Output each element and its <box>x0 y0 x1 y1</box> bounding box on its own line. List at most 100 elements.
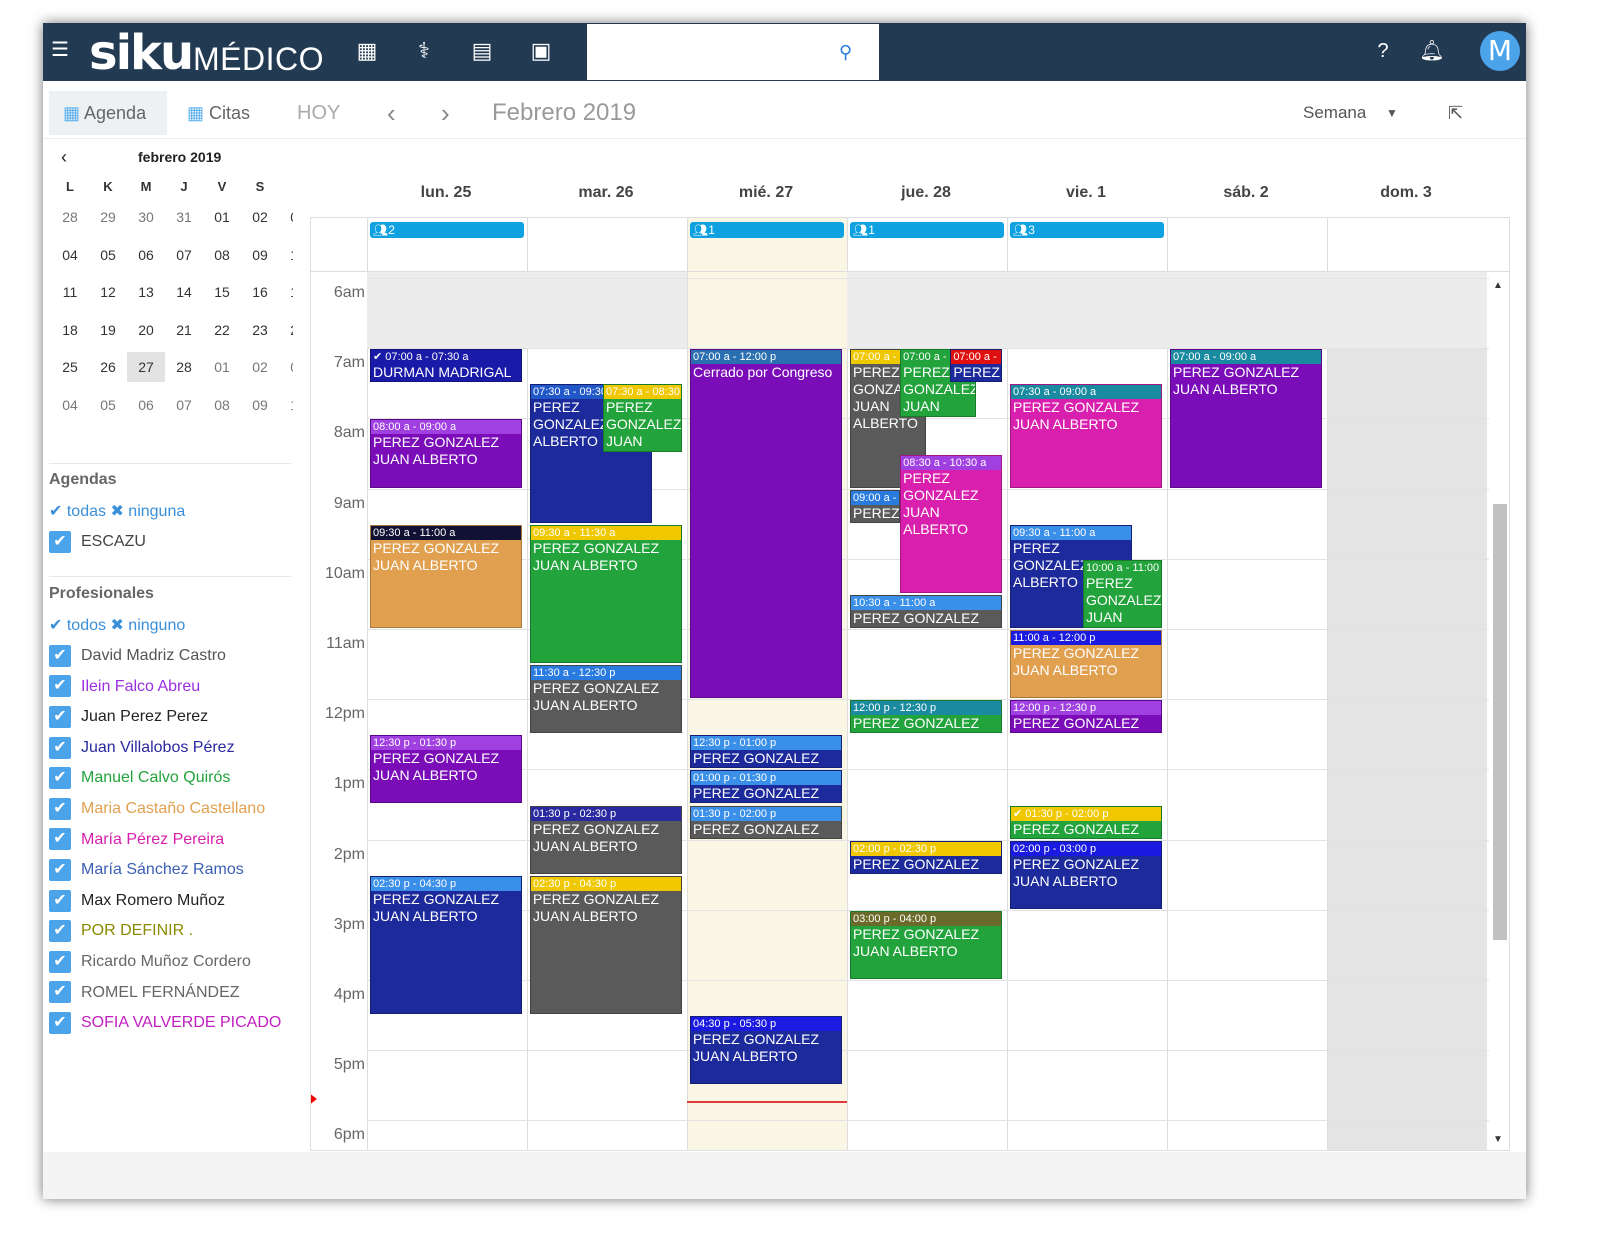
mini-calendar-day[interactable]: 23 <box>241 315 279 345</box>
external-link-icon[interactable]: ⇱ <box>1448 91 1463 135</box>
agenda-checkbox-escazu[interactable]: ✔ ESCAZU <box>49 530 146 556</box>
checkbox-checked-icon[interactable]: ✔ <box>49 920 71 943</box>
scrollbar[interactable]: ▲ ▼ <box>1489 272 1509 1150</box>
select-all-link[interactable]: todos <box>67 617 106 634</box>
appointment-event[interactable]: 10:30 a - 11:00 a PEREZ GONZALEZ <box>850 594 1002 628</box>
professional-checkbox[interactable]: ✔ SOFIA VALVERDE PICADO <box>49 1011 281 1037</box>
hamburger-menu-icon[interactable]: ☰ <box>45 36 75 64</box>
appointment-event[interactable]: 12:30 p - 01:00 p PEREZ GONZALEZ <box>690 735 842 769</box>
mini-calendar-day[interactable]: 07 <box>165 390 203 420</box>
all-day-cell[interactable] <box>1327 218 1487 272</box>
checkbox-checked-icon[interactable]: ✔ <box>49 981 71 1004</box>
professional-checkbox[interactable]: ✔ ROMEL FERNÁNDEZ <box>49 981 240 1007</box>
all-day-cell[interactable] <box>527 218 687 272</box>
all-day-event[interactable]: 👥︎2 <box>370 222 524 238</box>
appointment-event[interactable]: 12:00 p - 12:30 p PEREZ GONZALEZ <box>850 700 1002 734</box>
appointment-event[interactable]: 07:30 a - 08:30 a PEREZ GONZALEZ JUAN <box>602 384 682 453</box>
mini-calendar-day[interactable]: 09 <box>241 240 279 270</box>
mini-calendar-day[interactable]: 03 <box>279 202 293 232</box>
mini-calendar-day[interactable]: 10 <box>279 390 293 420</box>
money-icon[interactable]: ▣ <box>526 37 556 65</box>
avatar[interactable]: M <box>1480 31 1520 71</box>
appointment-event[interactable]: 04:30 p - 05:30 p PEREZ GONZALEZ JUAN ALB… <box>690 1016 842 1085</box>
day-column[interactable] <box>1327 272 1487 1150</box>
mini-calendar-day[interactable]: 30 <box>127 202 165 232</box>
checkbox-checked-icon[interactable]: ✔ <box>49 797 71 820</box>
checkbox-checked-icon[interactable]: ✔ <box>49 675 71 698</box>
appointment-event[interactable]: 08:30 a - 10:30 a PEREZ GONZALEZ JUAN ALB… <box>900 454 1002 593</box>
bell-icon[interactable]: 🔔︎ <box>1417 37 1447 65</box>
checkbox-checked-icon[interactable]: ✔ <box>49 828 71 851</box>
checkbox-checked-icon[interactable]: ✔ <box>49 736 71 759</box>
appointment-event[interactable]: 11:00 a - 12:00 p PEREZ GONZALEZ JUAN ALB… <box>1010 630 1162 699</box>
mini-calendar-day[interactable]: 19 <box>89 315 127 345</box>
professional-checkbox[interactable]: ✔ Ilein Falco Abreu <box>49 675 200 701</box>
professional-checkbox[interactable]: ✔ Manuel Calvo Quirós <box>49 766 230 792</box>
appointment-event[interactable]: 02:00 p - 02:30 p PEREZ GONZALEZ <box>850 840 1002 874</box>
professional-checkbox[interactable]: ✔ David Madriz Castro <box>49 644 226 670</box>
all-day-cell[interactable] <box>1167 218 1327 272</box>
checkbox-checked-icon[interactable]: ✔ <box>49 530 71 553</box>
select-none-link[interactable]: ninguno <box>128 617 185 634</box>
chevron-left-icon[interactable]: ‹ <box>387 91 396 135</box>
mini-calendar-day[interactable]: 12 <box>89 277 127 307</box>
appointment-event[interactable]: 10:00 a - 11:00 a PEREZ GONZALEZ JUAN <box>1082 559 1162 628</box>
calendar-icon[interactable]: ▦ <box>352 37 382 65</box>
mini-calendar-day[interactable]: 05 <box>89 390 127 420</box>
appointment-event[interactable]: ✔ 01:30 p - 02:00 p PEREZ GONZALEZ <box>1010 805 1162 839</box>
appointment-event[interactable]: ✔ 07:00 a - 07:30 a DURMAN MADRIGAL <box>370 349 522 383</box>
professional-checkbox[interactable]: ✔ Juan Perez Perez <box>49 705 208 731</box>
help-icon[interactable]: ? <box>1368 37 1398 65</box>
mini-calendar-day[interactable]: 28 <box>165 352 203 382</box>
scroll-down-icon[interactable]: ▼ <box>1493 1134 1503 1145</box>
appointment-event[interactable]: 07:00 a - 09:00 a PEREZ GONZALEZ JUAN ALB… <box>1170 349 1322 488</box>
mini-calendar-day[interactable]: 10 <box>279 240 293 270</box>
appointment-event[interactable]: 01:30 p - 02:30 p PEREZ GONZALEZ JUAN ALB… <box>530 805 682 874</box>
mini-calendar-day[interactable]: 17 <box>279 277 293 307</box>
caret-down-icon[interactable]: ▼ <box>1386 91 1398 135</box>
mini-calendar-day[interactable]: 04 <box>51 240 89 270</box>
mini-calendar-day[interactable]: 03 <box>279 352 293 382</box>
mini-calendar-day[interactable]: 02 <box>241 352 279 382</box>
mini-calendar-day[interactable]: 28 <box>51 202 89 232</box>
mini-calendar-day[interactable]: 06 <box>127 240 165 270</box>
appointment-event[interactable]: 02:00 p - 03:00 p PEREZ GONZALEZ JUAN ALB… <box>1010 840 1162 909</box>
checkbox-checked-icon[interactable]: ✔ <box>49 767 71 790</box>
professional-checkbox[interactable]: ✔ Maria Castaño Castellano <box>49 797 265 823</box>
appointment-event[interactable]: 03:00 p - 04:00 p PEREZ GONZALEZ JUAN ALB… <box>850 910 1002 979</box>
scrollbar-thumb[interactable] <box>1493 504 1507 940</box>
appointment-event[interactable]: 12:00 p - 12:30 p PEREZ GONZALEZ <box>1010 700 1162 734</box>
professional-checkbox[interactable]: ✔ Ricardo Muñoz Cordero <box>49 950 251 976</box>
checkbox-checked-icon[interactable]: ✔ <box>49 950 71 973</box>
mini-calendar-day[interactable]: 01 <box>203 352 241 382</box>
mini-calendar-day[interactable]: 14 <box>165 277 203 307</box>
appointment-event[interactable]: 07:00 a - 12:00 p Cerrado por Congreso <box>690 349 842 699</box>
chevron-right-icon[interactable]: › <box>441 91 450 135</box>
appointment-event[interactable]: 11:30 a - 12:30 p PEREZ GONZALEZ JUAN ALB… <box>530 665 682 734</box>
appointment-event[interactable]: 09:00 a - PEREZ <box>850 489 901 523</box>
mini-calendar-day[interactable]: 31 <box>165 202 203 232</box>
professional-checkbox[interactable]: ✔ Juan Villalobos Pérez <box>49 736 235 762</box>
mini-calendar-day[interactable]: 02 <box>241 202 279 232</box>
appointment-event[interactable]: 09:30 a - 11:00 a PEREZ GONZALEZ JUAN ALB… <box>370 524 522 628</box>
mini-calendar-day[interactable]: 09 <box>241 390 279 420</box>
mini-calendar-day[interactable]: 22 <box>203 315 241 345</box>
mini-calendar-day[interactable]: 27 <box>127 352 165 382</box>
professional-checkbox[interactable]: ✔ Max Romero Muñoz <box>49 889 225 915</box>
appointment-event[interactable]: 02:30 p - 04:30 p PEREZ GONZALEZ JUAN ALB… <box>370 875 522 1015</box>
mini-calendar-day[interactable]: 01 <box>203 202 241 232</box>
mini-calendar-day[interactable]: 20 <box>127 315 165 345</box>
mini-calendar-day[interactable]: 07 <box>165 240 203 270</box>
appointment-event[interactable]: 01:30 p - 02:00 p PEREZ GONZALEZ <box>690 805 842 839</box>
select-all-link[interactable]: todas <box>67 503 106 520</box>
mini-calendar-day[interactable]: 29 <box>89 202 127 232</box>
day-column[interactable] <box>367 272 527 1150</box>
appointment-event[interactable]: 01:00 p - 01:30 p PEREZ GONZALEZ <box>690 770 842 804</box>
appointment-event[interactable]: 07:00 a - PEREZ <box>950 349 1002 383</box>
appointment-event[interactable]: 02:30 p - 04:30 p PEREZ GONZALEZ JUAN ALB… <box>530 875 682 1015</box>
tab-agenda[interactable]: ▦ Agenda <box>49 91 167 135</box>
scroll-up-icon[interactable]: ▲ <box>1493 280 1503 291</box>
mini-calendar-day[interactable]: 25 <box>51 352 89 382</box>
appointment-event[interactable]: 09:30 a - 11:30 a PEREZ GONZALEZ JUAN ALB… <box>530 524 682 664</box>
checkbox-checked-icon[interactable]: ✔ <box>49 705 71 728</box>
